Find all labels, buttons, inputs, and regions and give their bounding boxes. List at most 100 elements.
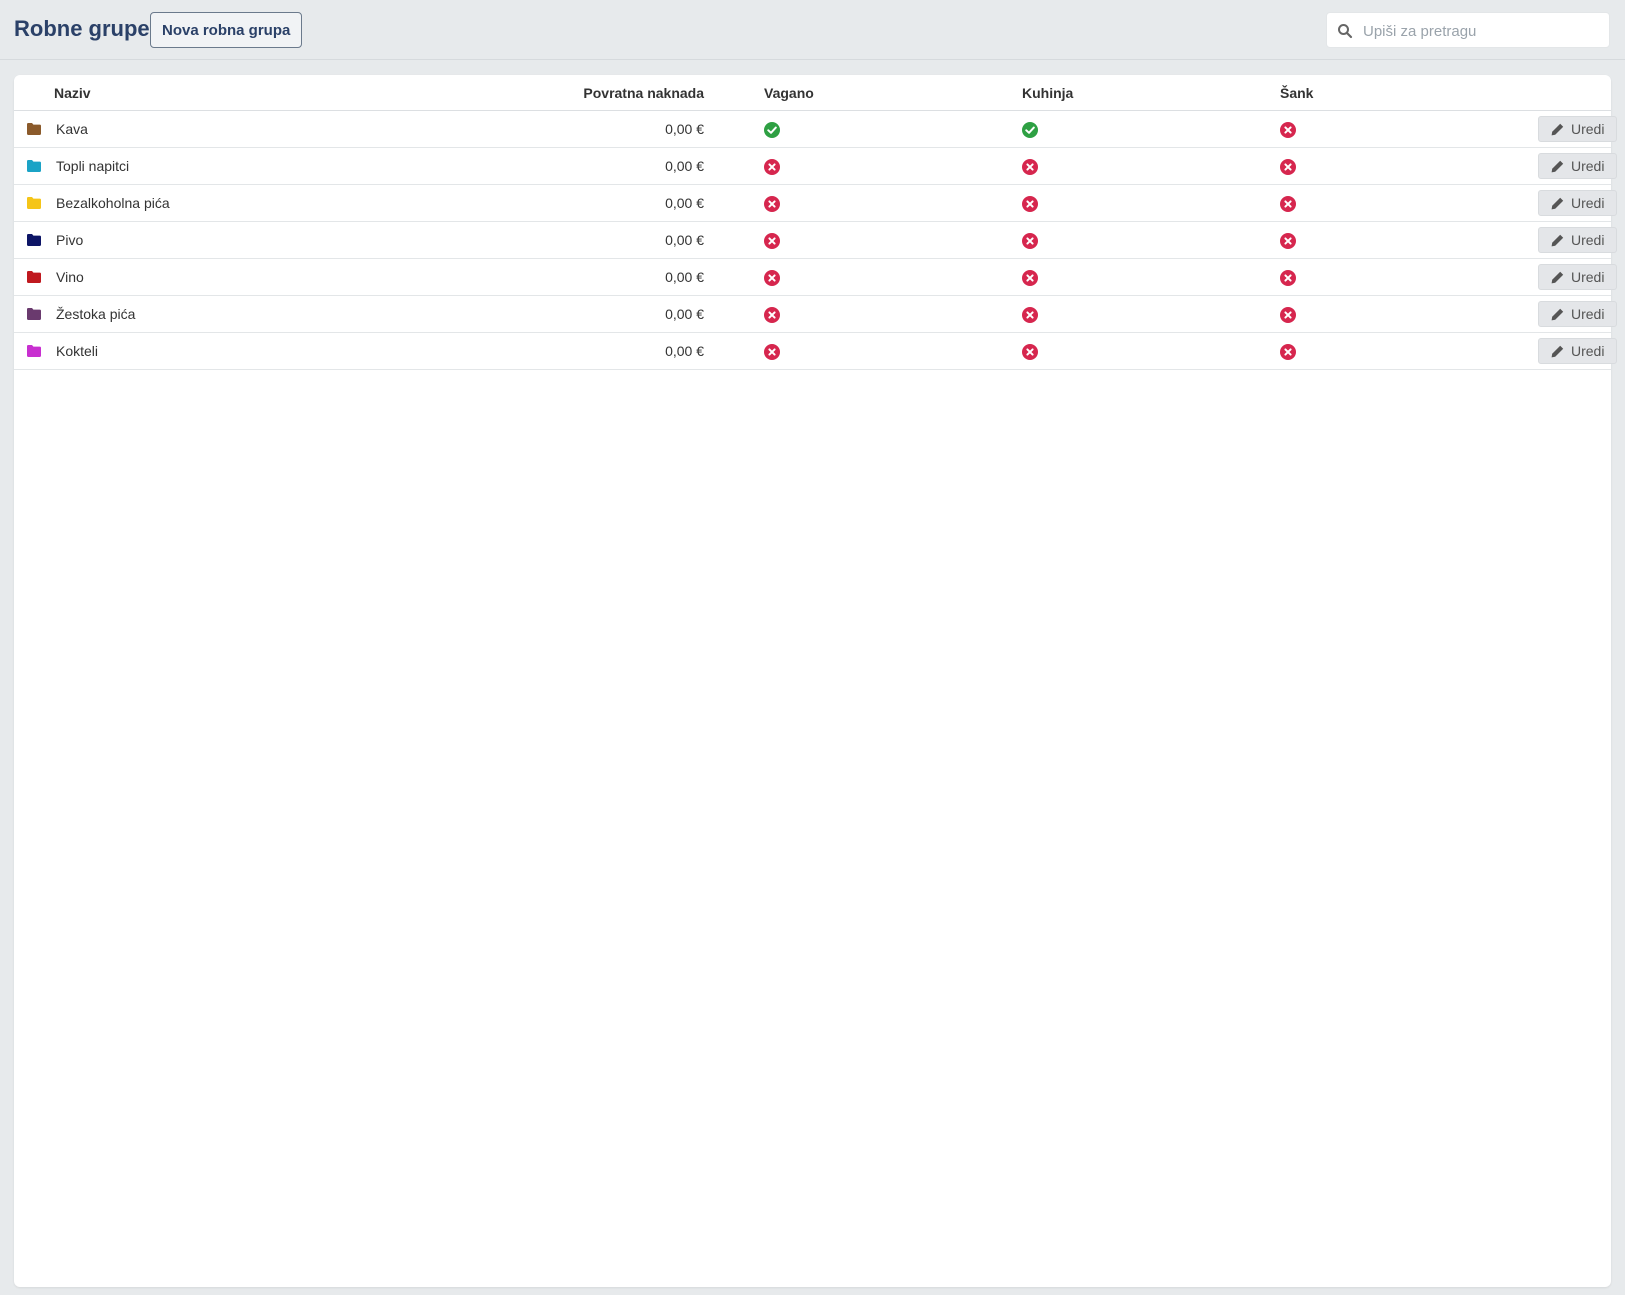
fee-value: 0,00 € xyxy=(665,232,704,248)
cell-fee: 0,00 € xyxy=(544,221,706,259)
x-circle-icon xyxy=(1022,343,1038,360)
table-row[interactable]: Vino 0,00 € Uredi xyxy=(14,258,1618,296)
edit-button[interactable]: Uredi xyxy=(1538,264,1618,290)
cell-kitchen xyxy=(1022,332,1280,370)
pencil-icon xyxy=(1551,345,1564,357)
edit-label: Uredi xyxy=(1571,232,1605,248)
column-header-bar[interactable]: Šank xyxy=(1280,75,1538,111)
edit-label: Uredi xyxy=(1571,343,1605,359)
x-circle-icon xyxy=(1280,195,1296,212)
cell-actions: Uredi xyxy=(1538,221,1618,259)
x-circle-icon xyxy=(764,343,780,360)
group-name: Vino xyxy=(56,269,84,285)
folder-icon xyxy=(27,123,41,135)
folder-icon xyxy=(27,197,41,209)
folder-icon xyxy=(27,234,41,246)
x-circle-icon xyxy=(1280,343,1296,360)
table-row[interactable]: Kava 0,00 € Uredi xyxy=(14,110,1618,148)
group-name: Pivo xyxy=(56,232,84,248)
x-circle-icon xyxy=(764,158,780,175)
fee-value: 0,00 € xyxy=(665,121,704,137)
edit-button[interactable]: Uredi xyxy=(1538,190,1618,216)
table-row[interactable]: Žestoka pića 0,00 € Uredi xyxy=(14,295,1618,333)
x-circle-icon xyxy=(1022,306,1038,323)
fee-value: 0,00 € xyxy=(665,158,704,174)
group-name: Topli napitci xyxy=(56,158,130,174)
cell-kitchen xyxy=(1022,110,1280,148)
cell-weighed xyxy=(706,147,1022,185)
cell-weighed xyxy=(706,258,1022,296)
edit-label: Uredi xyxy=(1571,306,1605,322)
pencil-icon xyxy=(1551,234,1564,246)
cell-bar xyxy=(1280,147,1538,185)
edit-label: Uredi xyxy=(1571,121,1605,137)
edit-label: Uredi xyxy=(1571,195,1605,211)
column-header-name[interactable]: Naziv xyxy=(14,75,544,111)
page-title: Robne grupe xyxy=(14,16,150,41)
cell-weighed xyxy=(706,332,1022,370)
x-circle-icon xyxy=(1022,269,1038,286)
search-box[interactable] xyxy=(1326,12,1610,49)
fee-value: 0,00 € xyxy=(665,269,704,285)
pencil-icon xyxy=(1551,308,1564,320)
column-header-actions xyxy=(1538,75,1611,111)
x-circle-icon xyxy=(1280,269,1296,286)
cell-fee: 0,00 € xyxy=(544,110,706,148)
cell-weighed xyxy=(706,295,1022,333)
table-row[interactable]: Kokteli 0,00 € Uredi xyxy=(14,332,1618,370)
cell-actions: Uredi xyxy=(1538,258,1618,296)
fee-value: 0,00 € xyxy=(665,306,704,322)
fee-value: 0,00 € xyxy=(665,343,704,359)
cell-weighed xyxy=(706,221,1022,259)
cell-kitchen xyxy=(1022,184,1280,222)
edit-button[interactable]: Uredi xyxy=(1538,116,1618,142)
cell-bar xyxy=(1280,110,1538,148)
x-circle-icon xyxy=(1280,158,1296,175)
groups-table: Naziv Povratna naknada Vagano Kuhinja Ša… xyxy=(14,75,1618,370)
edit-button[interactable]: Uredi xyxy=(1538,338,1618,364)
cell-kitchen xyxy=(1022,295,1280,333)
cell-fee: 0,00 € xyxy=(544,295,706,333)
edit-button[interactable]: Uredi xyxy=(1538,227,1618,253)
cell-actions: Uredi xyxy=(1538,332,1618,370)
pencil-icon xyxy=(1551,271,1564,283)
column-header-fee[interactable]: Povratna naknada xyxy=(544,75,706,111)
table-row[interactable]: Pivo 0,00 € Uredi xyxy=(14,221,1618,259)
table-header-row: Naziv Povratna naknada Vagano Kuhinja Ša… xyxy=(14,75,1611,111)
pencil-icon xyxy=(1551,197,1564,209)
x-circle-icon xyxy=(764,269,780,286)
cell-name: Kokteli xyxy=(14,332,544,370)
group-name: Bezalkoholna pića xyxy=(56,195,170,211)
edit-label: Uredi xyxy=(1571,158,1605,174)
cell-name: Žestoka pića xyxy=(14,295,544,333)
cell-kitchen xyxy=(1022,147,1280,185)
column-header-weighed[interactable]: Vagano xyxy=(706,75,1022,111)
search-input[interactable] xyxy=(1361,13,1605,49)
x-circle-icon xyxy=(1280,121,1296,138)
pencil-icon xyxy=(1551,160,1564,172)
cell-name: Vino xyxy=(14,258,544,296)
column-header-kitchen[interactable]: Kuhinja xyxy=(1022,75,1280,111)
cell-bar xyxy=(1280,184,1538,222)
x-circle-icon xyxy=(764,195,780,212)
fee-value: 0,00 € xyxy=(665,195,704,211)
cell-bar xyxy=(1280,221,1538,259)
x-circle-icon xyxy=(1280,306,1296,323)
folder-icon xyxy=(27,160,41,172)
table-row[interactable]: Topli napitci 0,00 € Uredi xyxy=(14,147,1618,185)
folder-icon xyxy=(27,271,41,283)
x-circle-icon xyxy=(764,232,780,249)
top-bar: Robne grupe Nova robna grupa xyxy=(0,0,1625,60)
x-circle-icon xyxy=(1022,158,1038,175)
x-circle-icon xyxy=(764,306,780,323)
table-row[interactable]: Bezalkoholna pića 0,00 € Uredi xyxy=(14,184,1618,222)
cell-kitchen xyxy=(1022,221,1280,259)
edit-button[interactable]: Uredi xyxy=(1538,301,1618,327)
group-name: Kokteli xyxy=(56,343,99,359)
edit-button[interactable]: Uredi xyxy=(1538,153,1618,179)
group-name: Žestoka pića xyxy=(56,306,136,322)
new-group-button[interactable]: Nova robna grupa xyxy=(150,12,303,48)
cell-weighed xyxy=(706,110,1022,148)
groups-card: Naziv Povratna naknada Vagano Kuhinja Ša… xyxy=(14,75,1618,1287)
cell-actions: Uredi xyxy=(1538,147,1618,185)
